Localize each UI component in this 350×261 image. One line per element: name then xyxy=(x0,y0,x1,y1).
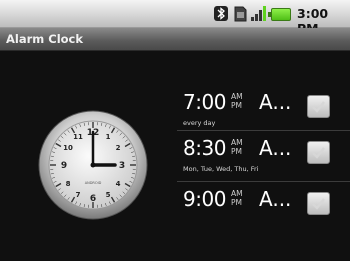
status-bar: 3:00 PM xyxy=(0,0,350,36)
clock-center-pin xyxy=(90,162,96,168)
checkmark-icon xyxy=(312,198,325,210)
pm-label: PM xyxy=(231,147,242,156)
title-bar: Alarm Clock xyxy=(0,28,350,51)
analog-clock[interactable]: 12 3 6 9 1 2 4 5 7 8 10 11 ANDROID xyxy=(38,110,148,220)
clock-numeral-8: 8 xyxy=(66,180,71,188)
checkmark-icon xyxy=(312,101,325,113)
checkmark-icon xyxy=(312,147,325,159)
am-label: AM xyxy=(231,92,243,101)
clock-numeral-9: 9 xyxy=(61,161,67,171)
divider xyxy=(177,130,350,131)
sim-card-icon xyxy=(234,6,247,22)
alarm-repeat-days: every day xyxy=(183,119,216,127)
alarm-row[interactable]: 9:00 AM PM A... xyxy=(177,185,350,237)
clock-numeral-7: 7 xyxy=(76,191,81,199)
alarm-enable-checkbox[interactable] xyxy=(307,95,330,118)
main-content: 12 3 6 9 1 2 4 5 7 8 10 11 ANDROID 7:00 … xyxy=(0,51,350,261)
am-label: AM xyxy=(231,189,243,198)
am-label: AM xyxy=(231,138,243,147)
am-pm-indicator: AM PM xyxy=(231,92,243,110)
signal-strength-icon xyxy=(251,6,266,21)
battery-icon xyxy=(268,8,291,21)
clock-numeral-4: 4 xyxy=(116,180,121,188)
alarm-time: 8:30 xyxy=(183,136,226,160)
clock-numeral-2: 2 xyxy=(116,144,121,152)
alarm-row[interactable]: 7:00 AM PM A... every day xyxy=(177,88,350,140)
clock-numeral-5: 5 xyxy=(106,191,111,199)
clock-brand: ANDROID xyxy=(85,181,102,185)
bluetooth-icon xyxy=(214,6,228,21)
clock-numeral-1: 1 xyxy=(106,133,111,141)
screen: 3:00 PM Alarm Clock 12 3 xyxy=(0,0,350,261)
alarm-enable-checkbox[interactable] xyxy=(307,141,330,164)
clock-numeral-3: 3 xyxy=(119,161,125,171)
app-title: Alarm Clock xyxy=(6,32,84,46)
am-pm-indicator: AM PM xyxy=(231,189,243,207)
clock-numeral-11: 11 xyxy=(73,133,83,141)
alarm-repeat-days: Mon, Tue, Wed, Thu, Fri xyxy=(183,165,259,173)
pm-label: PM xyxy=(231,101,242,110)
alarm-time: 7:00 xyxy=(183,90,226,114)
clock-numeral-10: 10 xyxy=(63,144,73,152)
am-pm-indicator: AM PM xyxy=(231,138,243,156)
alarm-enable-checkbox[interactable] xyxy=(307,192,330,215)
clock-numeral-6: 6 xyxy=(90,194,96,204)
pm-label: PM xyxy=(231,198,242,207)
alarm-label: A... xyxy=(259,136,292,160)
alarm-label: A... xyxy=(259,90,292,114)
alarm-row[interactable]: 8:30 AM PM A... Mon, Tue, Wed, Thu, Fri xyxy=(177,134,350,186)
alarm-time: 9:00 xyxy=(183,187,226,211)
alarm-label: A... xyxy=(259,187,292,211)
divider xyxy=(177,181,350,182)
